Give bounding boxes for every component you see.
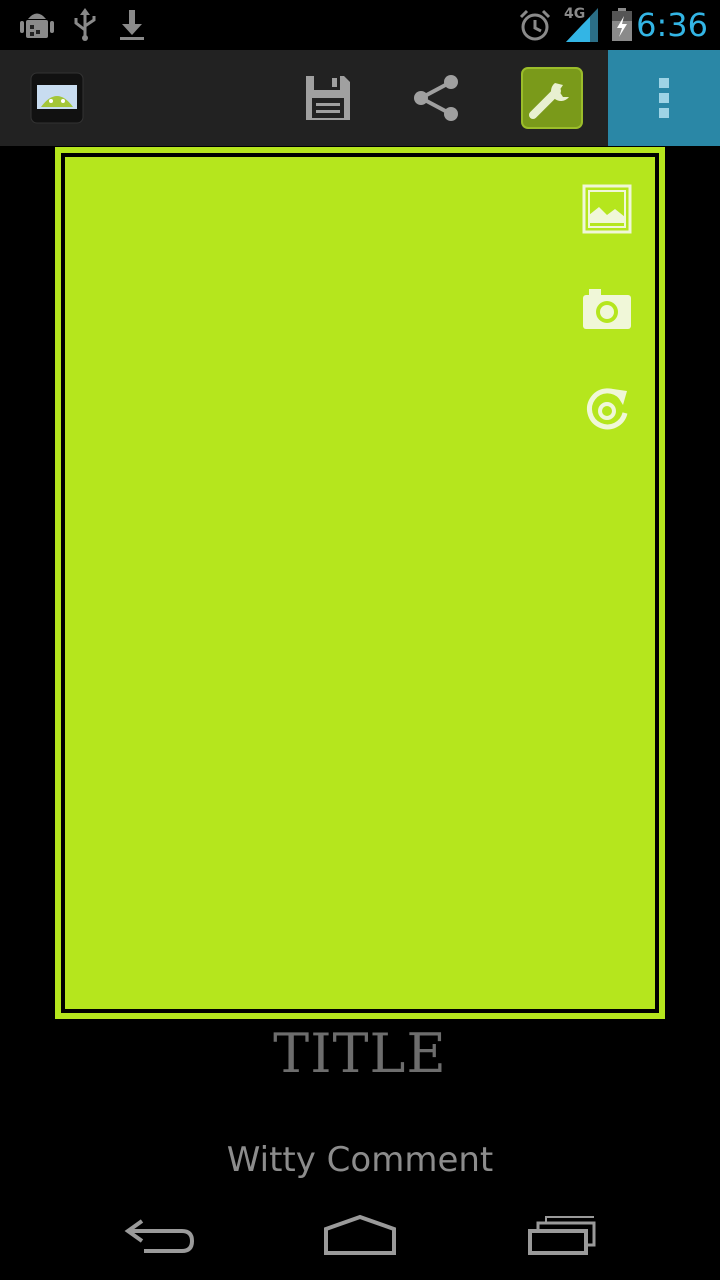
poster-title[interactable]: TITLE	[0, 1022, 720, 1085]
witty-comment[interactable]: Witty Comment	[0, 1140, 720, 1180]
image-icon	[582, 184, 632, 234]
back-icon	[124, 1219, 195, 1253]
frame-border	[61, 153, 659, 1013]
camera-icon	[583, 289, 631, 329]
navigation-bar	[0, 1190, 720, 1280]
share-icon	[414, 75, 458, 121]
action-bar	[0, 50, 720, 146]
recent-apps-icon	[528, 1216, 596, 1255]
save-button[interactable]	[286, 50, 370, 146]
alarm-icon	[518, 8, 552, 46]
share-button[interactable]	[394, 50, 478, 146]
android-app-icon	[30, 72, 84, 124]
status-bar: 4G 6:36	[0, 0, 720, 50]
home-button[interactable]	[280, 1190, 440, 1280]
rotate-icon	[587, 388, 628, 430]
save-icon	[306, 76, 350, 120]
download-icon	[118, 8, 146, 46]
settings-button[interactable]	[518, 50, 586, 146]
gallery-button[interactable]	[581, 183, 633, 235]
overflow-menu-icon	[659, 78, 669, 118]
back-button[interactable]	[80, 1190, 240, 1280]
network-type-label: 4G	[564, 6, 586, 22]
recent-apps-button[interactable]	[482, 1190, 642, 1280]
signal-icon: 4G	[562, 6, 602, 48]
clock: 6:36	[636, 6, 708, 44]
app-home-button[interactable]	[22, 50, 92, 146]
wrench-icon	[521, 67, 583, 129]
picture-canvas[interactable]	[65, 157, 655, 1009]
battery-charging-icon	[610, 8, 634, 46]
usb-icon	[72, 8, 98, 46]
android-debug-icon	[20, 8, 54, 46]
camera-button[interactable]	[581, 283, 633, 335]
picture-frame[interactable]	[55, 147, 665, 1019]
home-icon	[324, 1214, 396, 1255]
rotate-button[interactable]	[581, 383, 633, 435]
overflow-menu-button[interactable]	[608, 50, 720, 146]
